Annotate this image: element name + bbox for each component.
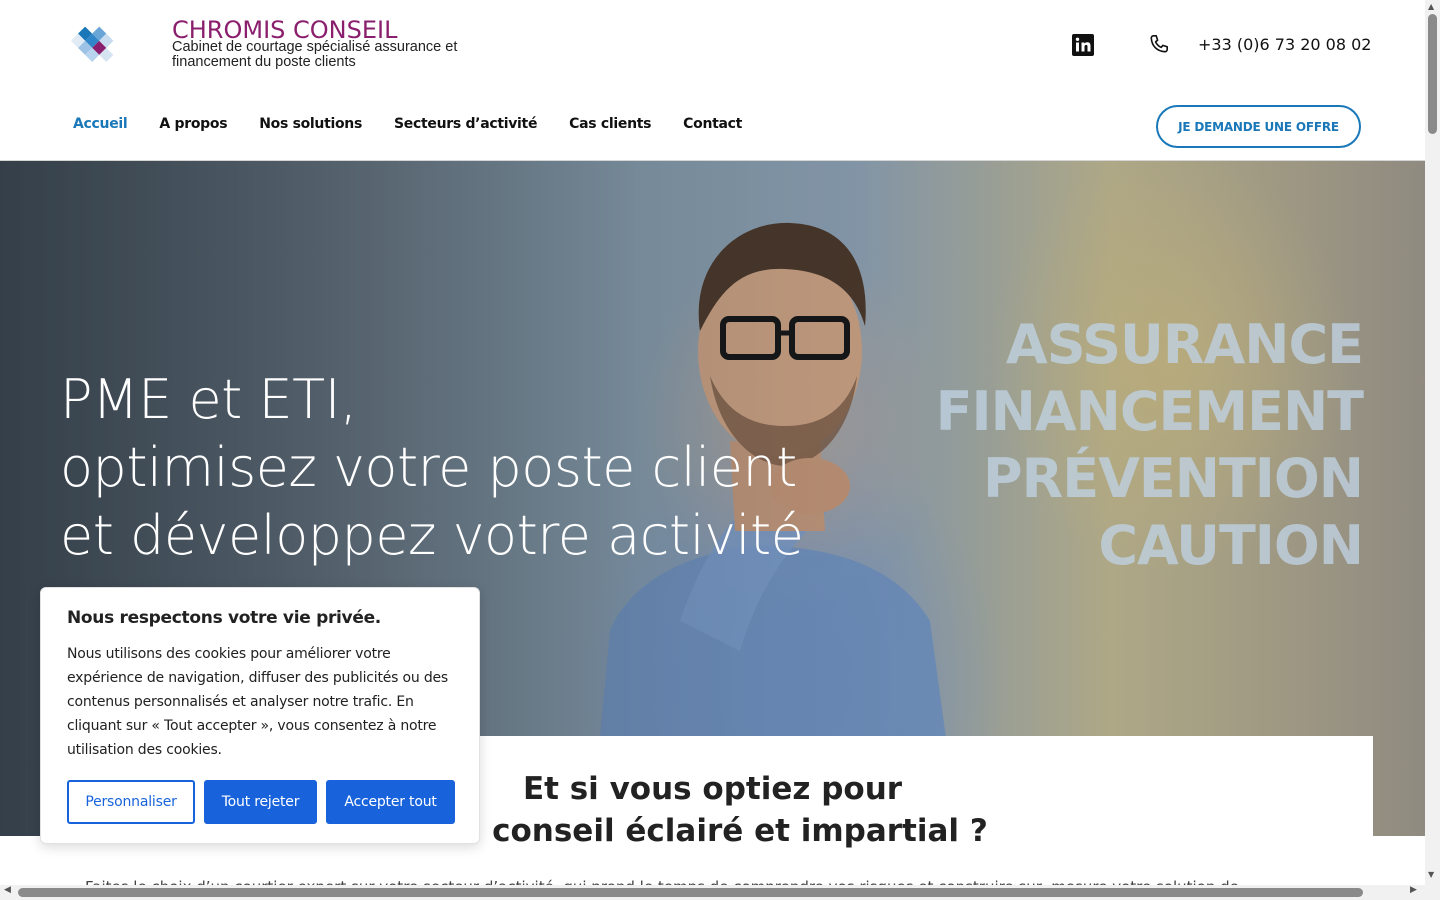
nav-item-secteurs[interactable]: Secteurs d’activité	[394, 116, 537, 132]
nav-item-cas-clients[interactable]: Cas clients	[569, 116, 651, 132]
nav-item-a-propos[interactable]: A propos	[159, 116, 227, 132]
linkedin-icon[interactable]	[1071, 33, 1095, 57]
reject-all-button[interactable]: Tout rejeter	[204, 780, 317, 824]
hero-title-line: et développez votre activité	[60, 504, 804, 567]
scroll-right-icon[interactable]: ▶	[1410, 885, 1417, 895]
customize-cookies-button[interactable]: Personnaliser	[67, 780, 195, 824]
brand-tagline: Cabinet de courtage spécialisé assurance…	[172, 39, 458, 70]
nav-item-accueil[interactable]: Accueil	[73, 116, 128, 132]
section-title-text: éclairé et	[614, 813, 801, 849]
accept-all-button[interactable]: Accepter tout	[326, 780, 455, 824]
scroll-left-icon[interactable]: ◀	[4, 885, 11, 895]
cookie-consent-banner: Nous respectons votre vie privée. Nous u…	[40, 587, 480, 844]
chromis-logo[interactable]	[64, 20, 126, 70]
vertical-scroll-thumb[interactable]	[1428, 14, 1437, 134]
site-header: CHROMIS CONSEIL Cabinet de courtage spéc…	[0, 0, 1425, 161]
hero-title-line: PME et ETI,	[60, 368, 357, 431]
hero-title-line: optimisez votre poste client	[60, 436, 797, 499]
request-offer-button[interactable]: JE DEMANDE UNE OFFRE	[1156, 105, 1361, 148]
nav-item-nos-solutions[interactable]: Nos solutions	[259, 116, 362, 132]
hero-title: PME et ETI, optimisez votre poste client…	[60, 366, 804, 570]
keyword-prevention: PRÉVENTION	[983, 447, 1364, 510]
nav-item-contact[interactable]: Contact	[683, 116, 742, 132]
section-title-emphasis: impartial	[800, 813, 960, 849]
main-nav: Accueil A propos Nos solutions Secteurs …	[73, 116, 774, 132]
scroll-down-icon[interactable]: ▼	[1428, 870, 1434, 879]
cookie-title: Nous respectons votre vie privée.	[67, 608, 381, 628]
horizontal-scroll-thumb[interactable]	[18, 888, 1363, 897]
hero-keywords: ASSURANCE FINANCEMENT PRÉVENTION CAUTION	[935, 311, 1364, 579]
keyword-assurance: ASSURANCE	[1005, 313, 1364, 376]
phone-icon[interactable]	[1147, 33, 1171, 57]
section-title-emphasis: conseil	[492, 813, 615, 849]
keyword-financement: FINANCEMENT	[935, 380, 1364, 443]
scroll-up-icon[interactable]: ▲	[1428, 2, 1434, 11]
section-title-line1: Et si vous optiez pour	[522, 771, 903, 807]
section-title-text: ?	[959, 813, 988, 849]
cookie-text: Nous utilisons des cookies pour améliore…	[67, 646, 449, 758]
vertical-scrollbar[interactable]: ▲ ▼	[1425, 0, 1440, 900]
cookie-buttons: Personnaliser Tout rejeter Accepter tout	[67, 780, 464, 824]
keyword-caution: CAUTION	[1098, 514, 1364, 577]
horizontal-scrollbar[interactable]: ◀ ▶	[0, 885, 1425, 900]
phone-number[interactable]: +33 (0)6 73 20 08 02	[1198, 35, 1371, 54]
